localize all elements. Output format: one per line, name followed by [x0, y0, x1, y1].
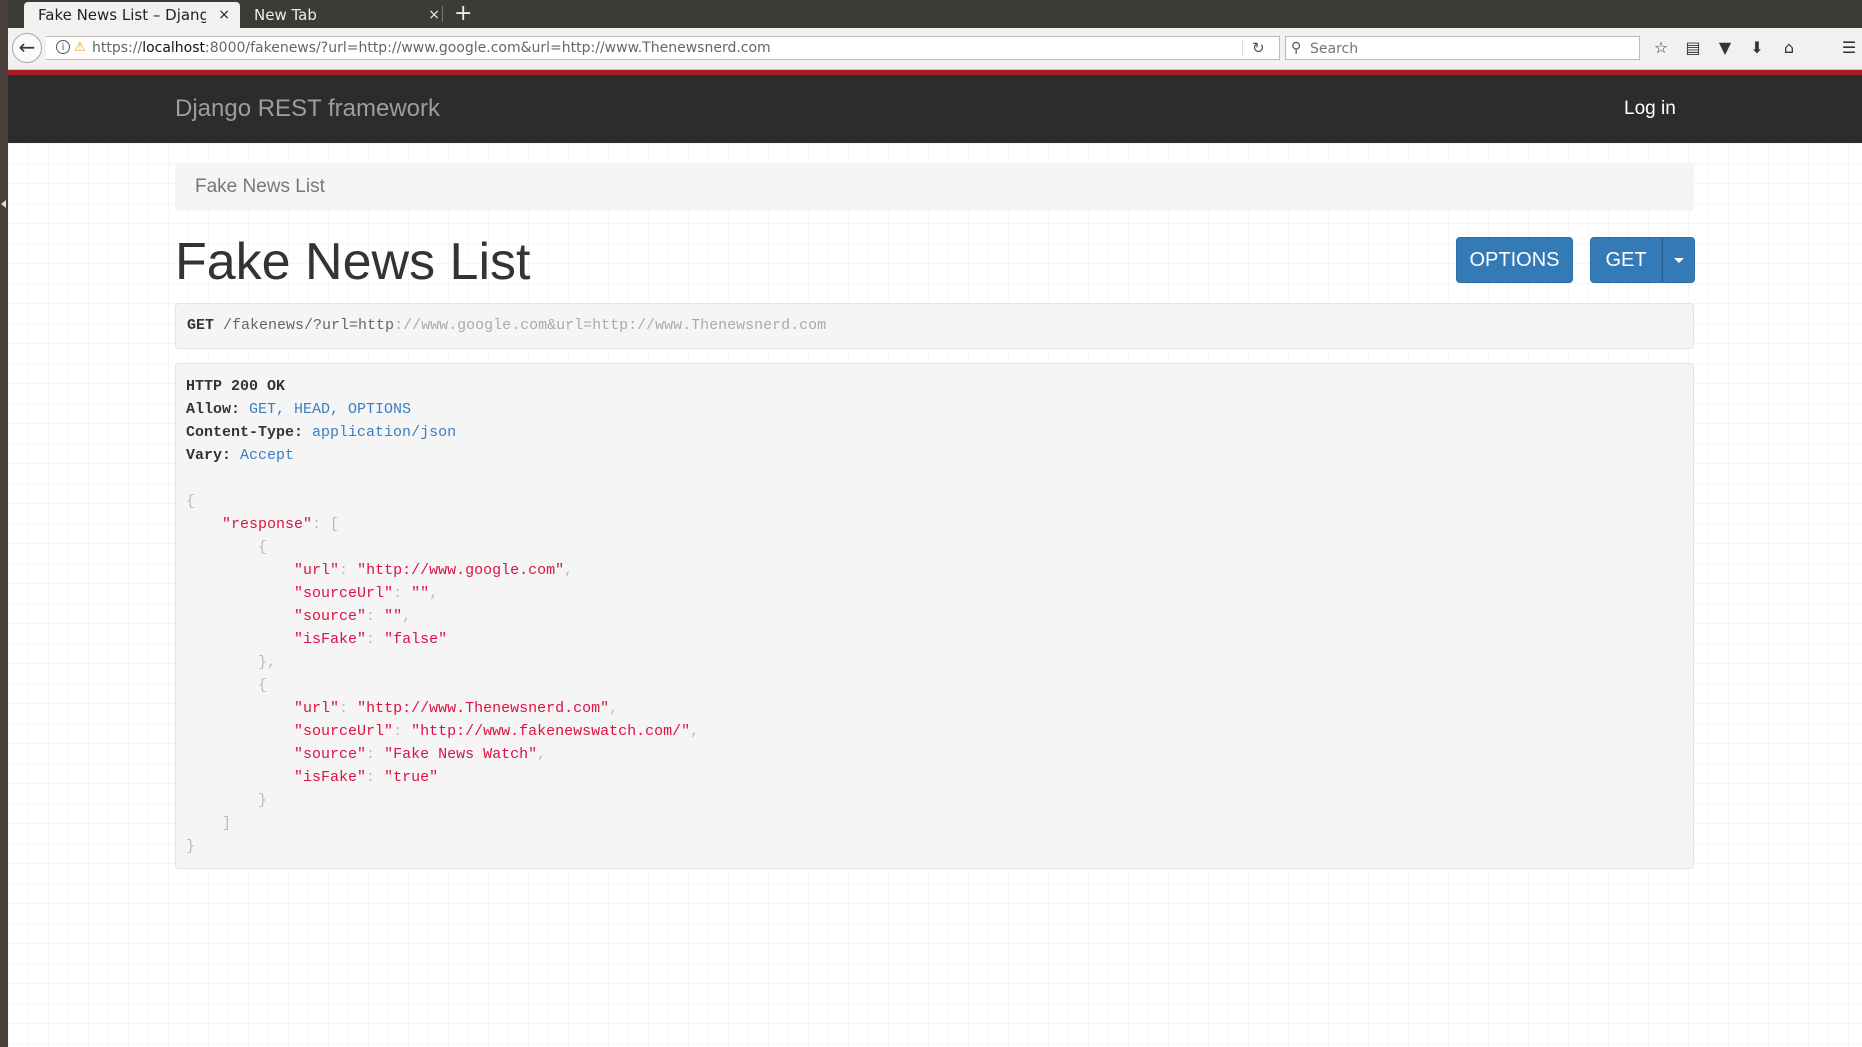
request-info: GET /fakenews/?url=http://www.google.com… — [175, 303, 1694, 349]
launcher-arrow-icon — [1, 200, 6, 208]
breadcrumb: Fake News List — [175, 163, 1694, 211]
json-item-close: } — [186, 792, 268, 809]
header-key: Content-Type: — [186, 424, 304, 441]
url-separator — [1242, 39, 1243, 57]
login-link[interactable]: Log in — [1624, 75, 1676, 143]
url-rest: :8000/fakenews/?url=http://www.google.co… — [205, 40, 771, 56]
url-bar[interactable]: i ⚠ https://localhost:8000/fakenews/?url… — [46, 36, 1280, 60]
json-response-key-line: "response": [ — [222, 516, 340, 533]
brand-link[interactable]: Django REST framework — [175, 75, 440, 143]
json-close-brace: } — [186, 838, 196, 855]
download-icon[interactable]: ⬇ — [1745, 36, 1769, 60]
request-path-link[interactable]: /fakenews — [223, 317, 304, 334]
home-icon[interactable]: ⌂ — [1777, 36, 1801, 60]
json-field: "source": "", — [294, 608, 412, 625]
request-query-rest: ://www.google.com&url=http://www.Thenews… — [394, 317, 827, 334]
browser-tab-bar: Fake News List – Djang… × New Tab × + — [8, 0, 1862, 28]
tab-close-icon[interactable]: × — [218, 2, 230, 28]
search-input[interactable] — [1308, 38, 1632, 60]
desktop-launcher-strip — [0, 0, 8, 1047]
insecure-lock-icon[interactable]: ⚠ — [74, 40, 86, 56]
url-text[interactable]: https://localhost:8000/fakenews/?url=htt… — [92, 37, 771, 59]
tab-title: New Tab — [254, 6, 317, 24]
info-icon[interactable]: i — [56, 40, 70, 54]
pocket-icon[interactable]: ▼ — [1713, 36, 1737, 60]
reload-icon[interactable]: ↻ — [1252, 37, 1265, 59]
json-array-close: ] — [186, 815, 232, 832]
site-navbar: Django REST framework Log in — [8, 75, 1862, 143]
tab-close-icon[interactable]: × — [428, 2, 440, 28]
bookmarks-list-icon[interactable]: ▤ — [1681, 36, 1705, 60]
response-header-allow: Allow: GET, HEAD, OPTIONS — [186, 398, 1683, 421]
response-header-vary: Vary: Accept — [186, 444, 1683, 467]
back-arrow-icon: ← — [18, 35, 36, 59]
json-field: "url": "http://www.Thenewsnerd.com", — [294, 700, 619, 717]
json-key: "response" — [222, 516, 313, 533]
tab-fake-news-list[interactable]: Fake News List – Djang… × — [24, 2, 240, 28]
url-scheme: https:// — [92, 40, 143, 56]
response-info: HTTP 200 OK Allow: GET, HEAD, OPTIONS Co… — [175, 363, 1694, 869]
request-query-start: /?url=http — [304, 317, 395, 334]
get-button[interactable]: GET — [1590, 237, 1662, 283]
page-title: Fake News List — [175, 233, 531, 291]
header-key: Allow: — [186, 401, 241, 418]
json-field: "sourceUrl": "", — [294, 585, 439, 602]
request-method: GET — [187, 317, 215, 334]
response-status: HTTP 200 OK — [186, 378, 286, 395]
json-field: "isFake": "false" — [294, 631, 448, 648]
breadcrumb-item[interactable]: Fake News List — [195, 176, 325, 197]
header-value: Accept — [240, 447, 295, 464]
get-format-dropdown-button[interactable] — [1662, 237, 1695, 283]
page-content: Fake News List Fake News List OPTIONS GE… — [8, 143, 1862, 1047]
json-field: "url": "http://www.google.com", — [294, 562, 574, 579]
search-icon: ⚲ — [1291, 40, 1302, 56]
tab-new-tab[interactable]: New Tab × — [240, 2, 450, 28]
options-button[interactable]: OPTIONS — [1456, 237, 1573, 283]
json-field: "source": "Fake News Watch", — [294, 746, 547, 763]
url-host: localhost — [142, 40, 206, 56]
header-value: GET, HEAD, OPTIONS — [249, 401, 412, 418]
new-tab-button[interactable]: + — [454, 0, 472, 28]
json-item-open: { — [186, 677, 268, 694]
search-bar[interactable]: ⚲ — [1285, 36, 1640, 60]
menu-icon[interactable]: ☰ — [1837, 36, 1861, 60]
caret-down-icon — [1673, 258, 1684, 264]
bookmark-star-icon[interactable]: ☆ — [1649, 36, 1673, 60]
json-field: "sourceUrl": "http://www.fakenewswatch.c… — [294, 723, 700, 740]
json-item-open: { — [186, 539, 268, 556]
json-open-brace: { — [186, 493, 196, 510]
tab-title: Fake News List – Djang… — [38, 6, 206, 24]
json-item-close: }, — [186, 654, 277, 671]
response-header-content-type: Content-Type: application/json — [186, 421, 1683, 444]
header-key: Vary: — [186, 447, 232, 464]
browser-nav-bar: ← i ⚠ https://localhost:8000/fakenews/?u… — [8, 28, 1862, 70]
tab-divider — [442, 6, 443, 22]
json-field: "isFake": "true" — [294, 769, 439, 786]
back-button[interactable]: ← — [12, 33, 42, 63]
header-value: application/json — [312, 424, 457, 441]
